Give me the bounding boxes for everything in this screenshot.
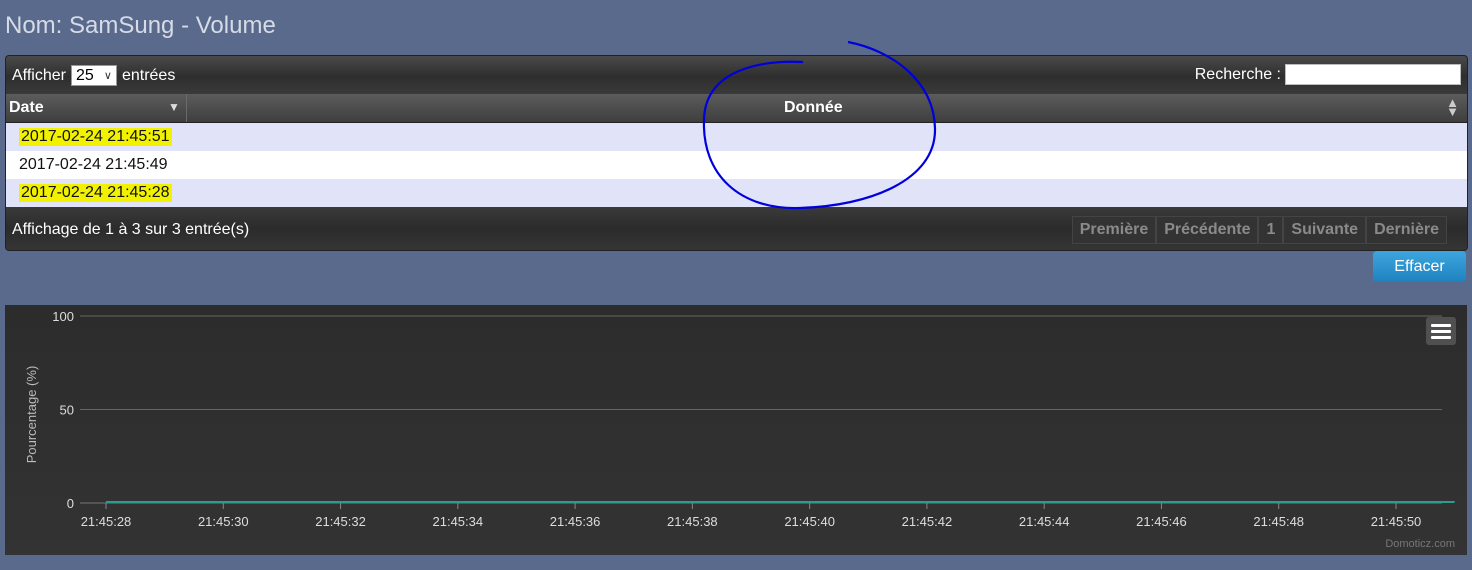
- y-tick-label: 50: [60, 403, 74, 418]
- table-toolbar: Afficher 25 ∨ entrées Recherche :: [6, 56, 1467, 94]
- row-date: 2017-02-24 21:45:51: [19, 128, 172, 146]
- search-control: Recherche :: [1195, 64, 1461, 85]
- x-tick-label: 21:45:40: [784, 514, 835, 529]
- x-tick-label: 21:45:42: [902, 514, 953, 529]
- row-date: 2017-02-24 21:45:28: [19, 184, 172, 202]
- sort-desc-icon[interactable]: ▼: [168, 100, 180, 114]
- table-info: Affichage de 1 à 3 sur 3 entrée(s): [12, 221, 250, 238]
- search-label: Recherche :: [1194, 65, 1281, 83]
- chart-svg: 100 50 0 21:45:28 21:45:30 21:45:32 21:45:34 21…: [24, 309, 1455, 529]
- last-page-button[interactable]: Dernière: [1366, 216, 1447, 244]
- y-axis-label: Pourcentage (%): [24, 366, 39, 464]
- column-divider: [186, 94, 187, 122]
- page-length-control: Afficher 25 ∨ entrées: [12, 65, 175, 86]
- table-row: 2017-02-24 21:45:51: [6, 123, 1467, 151]
- sort-both-icon[interactable]: ▲ ▼: [1446, 96, 1459, 118]
- chart-panel: 100 50 0 21:45:28 21:45:30 21:45:32 21:45:34 21…: [5, 305, 1467, 555]
- previous-page-button[interactable]: Précédente: [1156, 216, 1259, 244]
- page-size-value: 25: [75, 66, 94, 84]
- clear-button[interactable]: Effacer: [1373, 251, 1466, 282]
- row-date: 2017-02-24 21:45:49: [19, 156, 168, 173]
- pagination: Première Précédente 1 Suivante Dernière: [1071, 216, 1447, 244]
- x-tick-label: 21:45:50: [1371, 514, 1422, 529]
- chevron-down-icon: ∨: [103, 70, 112, 82]
- y-tick-label: 100: [52, 309, 74, 324]
- first-page-button[interactable]: Première: [1071, 216, 1157, 244]
- table-footer: Affichage de 1 à 3 sur 3 entrée(s) Premi…: [6, 207, 1467, 250]
- page-size-select[interactable]: 25 ∨: [70, 65, 117, 86]
- table-row: 2017-02-24 21:45:49: [6, 151, 1467, 179]
- next-page-button[interactable]: Suivante: [1283, 216, 1367, 244]
- page-title: Nom: SamSung - Volume: [5, 12, 276, 39]
- table-row: 2017-02-24 21:45:28: [6, 179, 1467, 207]
- column-header-date[interactable]: Date: [9, 99, 44, 117]
- entries-label: entrées: [121, 66, 176, 84]
- column-header-donnee[interactable]: Donnée: [784, 99, 843, 117]
- log-table-panel: Afficher 25 ∨ entrées Recherche : Date ▼…: [5, 55, 1468, 251]
- x-tick-label: 21:45:36: [550, 514, 601, 529]
- x-tick-label: 21:45:48: [1253, 514, 1304, 529]
- x-tick-label: 21:45:44: [1019, 514, 1070, 529]
- x-tick-label: 21:45:30: [198, 514, 249, 529]
- y-tick-label: 0: [67, 496, 74, 511]
- x-tick-label: 21:45:38: [667, 514, 718, 529]
- table-header: Date ▼ Donnée ▲ ▼: [6, 94, 1467, 123]
- search-input[interactable]: [1285, 64, 1461, 85]
- x-tick-label: 21:45:46: [1136, 514, 1187, 529]
- x-tick-label: 21:45:28: [81, 514, 132, 529]
- menu-icon[interactable]: [1426, 317, 1456, 345]
- x-tick-label: 21:45:32: [315, 514, 366, 529]
- x-tick-label: 21:45:34: [433, 514, 484, 529]
- chart-credit[interactable]: Domoticz.com: [1385, 538, 1455, 550]
- page-1-button[interactable]: 1: [1258, 216, 1284, 244]
- show-label: Afficher: [12, 66, 66, 84]
